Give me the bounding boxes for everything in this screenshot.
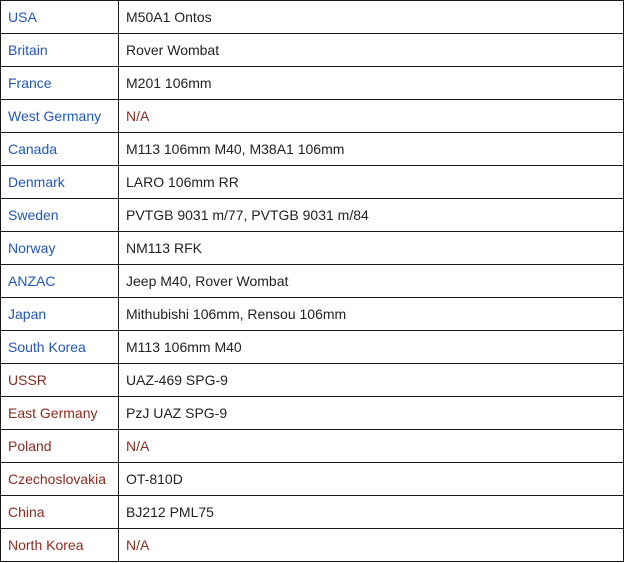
table-row: ANZAC Jeep M40, Rover Wombat <box>0 264 624 298</box>
table-row: Japan Mithubishi 106mm, Rensou 106mm <box>0 297 624 331</box>
table-row: East Germany PzJ UAZ SPG-9 <box>0 396 624 430</box>
vehicle-cell: M113 106mm M40 <box>118 330 624 364</box>
country-link[interactable]: West Germany <box>0 99 119 133</box>
vehicle-cell: N/A <box>118 528 624 562</box>
country-link[interactable]: East Germany <box>0 396 119 430</box>
table-body: USA M50A1 Ontos Britain Rover Wombat Franc… <box>0 0 624 562</box>
country-link[interactable]: ANZAC <box>0 264 119 298</box>
country-link[interactable]: France <box>0 66 119 100</box>
table-row: USSR UAZ-469 SPG-9 <box>0 363 624 397</box>
vehicle-cell: PzJ UAZ SPG-9 <box>118 396 624 430</box>
country-link[interactable]: Japan <box>0 297 119 331</box>
country-link[interactable]: Czechoslovakia <box>0 462 119 496</box>
vehicle-cell: UAZ-469 SPG-9 <box>118 363 624 397</box>
country-link[interactable]: Canada <box>0 132 119 166</box>
table-row: Denmark LARO 106mm RR <box>0 165 624 199</box>
table-row: West Germany N/A <box>0 99 624 133</box>
country-link[interactable]: North Korea <box>0 528 119 562</box>
vehicle-cell: M113 106mm M40, M38A1 106mm <box>118 132 624 166</box>
table-row: Canada M113 106mm M40, M38A1 106mm <box>0 132 624 166</box>
vehicle-cell: Mithubishi 106mm, Rensou 106mm <box>118 297 624 331</box>
country-link[interactable]: Norway <box>0 231 119 265</box>
country-link[interactable]: Denmark <box>0 165 119 199</box>
table-row: North Korea N/A <box>0 528 624 562</box>
country-link[interactable]: China <box>0 495 119 529</box>
table-row: France M201 106mm <box>0 66 624 100</box>
table-row: China BJ212 PML75 <box>0 495 624 529</box>
table-row: South Korea M113 106mm M40 <box>0 330 624 364</box>
vehicle-cell: M50A1 Ontos <box>118 0 624 34</box>
vehicle-cell: N/A <box>118 99 624 133</box>
table-row: Czechoslovakia OT-810D <box>0 462 624 496</box>
vehicle-cell: LARO 106mm RR <box>118 165 624 199</box>
vehicle-cell: OT-810D <box>118 462 624 496</box>
vehicle-cell: Jeep M40, Rover Wombat <box>118 264 624 298</box>
country-link[interactable]: Sweden <box>0 198 119 232</box>
vehicle-cell: M201 106mm <box>118 66 624 100</box>
table-row: USA M50A1 Ontos <box>0 0 624 34</box>
vehicle-table: USA M50A1 Ontos Britain Rover Wombat Franc… <box>0 0 624 562</box>
table-row: Sweden PVTGB 9031 m/77, PVTGB 9031 m/84 <box>0 198 624 232</box>
table-row: Poland N/A <box>0 429 624 463</box>
country-link[interactable]: USA <box>0 0 119 34</box>
country-link[interactable]: South Korea <box>0 330 119 364</box>
country-link[interactable]: Poland <box>0 429 119 463</box>
vehicle-cell: N/A <box>118 429 624 463</box>
vehicle-cell: Rover Wombat <box>118 33 624 67</box>
country-link[interactable]: USSR <box>0 363 119 397</box>
vehicle-cell: PVTGB 9031 m/77, PVTGB 9031 m/84 <box>118 198 624 232</box>
country-link[interactable]: Britain <box>0 33 119 67</box>
vehicle-cell: BJ212 PML75 <box>118 495 624 529</box>
table-row: Norway NM113 RFK <box>0 231 624 265</box>
table-row: Britain Rover Wombat <box>0 33 624 67</box>
vehicle-cell: NM113 RFK <box>118 231 624 265</box>
